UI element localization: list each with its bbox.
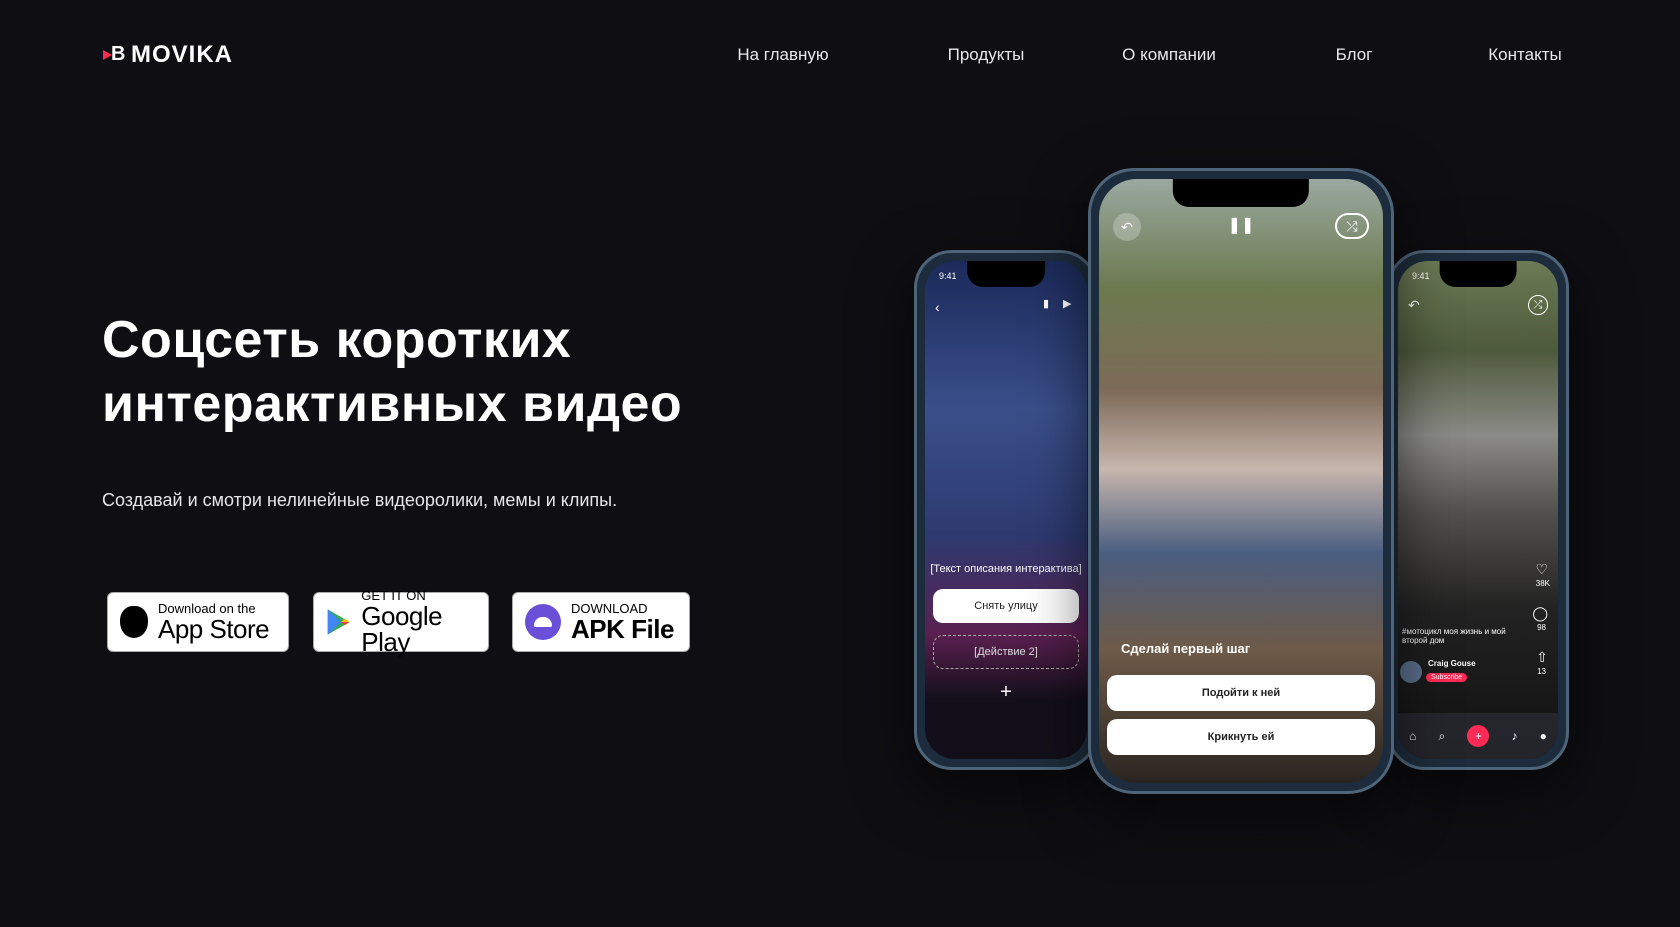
profile-icon[interactable]: ●: [1540, 729, 1547, 743]
status-time: 9:41: [939, 271, 957, 281]
apk-download-button[interactable]: DOWNLOAD APK File: [512, 592, 690, 652]
subscribe-button[interactable]: Subscribe: [1426, 673, 1468, 682]
comments-count: 98: [1537, 623, 1546, 632]
add-icon[interactable]: +: [925, 681, 1087, 704]
logo[interactable]: MOVIKA: [103, 41, 233, 69]
nav-about[interactable]: О компании: [1122, 45, 1216, 65]
phone-center: ↶ ❚❚ ⤮ Сделай первый шаг Подойти к ней К…: [1088, 168, 1394, 794]
play-icon[interactable]: ▶: [1063, 297, 1071, 310]
interactive-caption: [Текст описания интерактива]: [930, 563, 1082, 575]
app-store-large: App Store: [158, 614, 270, 644]
video-hashtag: #мотоцикл моя жизнь и мой второй дом: [1402, 627, 1506, 645]
phone-right: 9:41 ↶ ⤮ ♡ 38K ◯ 98 ⇧ 13 #мотоцикл моя ж…: [1387, 250, 1569, 770]
comment-icon[interactable]: ◯: [1532, 605, 1548, 622]
hero-subtitle: Создавай и смотри нелинейные видеоролики…: [102, 490, 618, 510]
user-name[interactable]: Craig Gouse: [1428, 659, 1476, 668]
shares-count: 13: [1537, 667, 1546, 676]
logo-mark-icon: [103, 43, 126, 66]
back-icon[interactable]: ↶: [1113, 213, 1141, 241]
heart-icon[interactable]: ♡: [1535, 561, 1548, 578]
share-icon[interactable]: ⇧: [1536, 649, 1548, 666]
app-store-button[interactable]: Download on the App Store: [107, 592, 289, 652]
apple-icon: [120, 606, 148, 638]
pause-icon[interactable]: ❚❚: [1228, 215, 1255, 235]
step-caption: Сделай первый шаг: [1121, 641, 1251, 656]
google-play-icon: [327, 609, 350, 635]
nav-products[interactable]: Продукты: [948, 45, 1025, 65]
action2-button[interactable]: [Действие 2]: [933, 635, 1079, 669]
create-icon[interactable]: +: [1467, 725, 1490, 747]
google-play-large: Google Play: [361, 601, 443, 657]
bottom-tab-bar: ⌂ ⌕ + ♪ ●: [1398, 713, 1558, 759]
nav-contacts[interactable]: Контакты: [1488, 45, 1561, 65]
undo-icon[interactable]: ↶: [1408, 297, 1420, 314]
nav-home[interactable]: На главную: [737, 45, 828, 65]
search-icon[interactable]: ⌕: [1438, 729, 1445, 744]
phone-left-screen: 9:41 ‹ ▮ ▶ [Текст описания интерактива] …: [925, 261, 1087, 759]
shuffle-icon[interactable]: ⤮: [1335, 213, 1369, 239]
google-play-button[interactable]: GET IT ON Google Play: [313, 589, 489, 657]
shuffle-icon[interactable]: ⤮: [1528, 295, 1548, 315]
hero-title-line1: Соцсеть коротких: [102, 311, 572, 369]
likes-count: 38K: [1535, 579, 1550, 588]
user-avatar[interactable]: [1400, 661, 1422, 683]
android-icon: [525, 604, 561, 640]
hero-title: Соцсеть коротких интерактивных видео: [102, 308, 682, 436]
back-icon[interactable]: ‹: [935, 299, 940, 315]
shout-button[interactable]: Крикнуть ей: [1107, 719, 1375, 755]
phone-left: 9:41 ‹ ▮ ▶ [Текст описания интерактива] …: [914, 250, 1098, 770]
phone-center-screen: ↶ ❚❚ ⤮ Сделай первый шаг Подойти к ней К…: [1099, 179, 1383, 783]
trash-icon[interactable]: ▮: [1043, 297, 1049, 310]
nav-blog[interactable]: Блог: [1336, 45, 1373, 65]
approach-button[interactable]: Подойти к ней: [1107, 675, 1375, 711]
status-time: 9:41: [1412, 271, 1430, 281]
apk-large: APK File: [571, 614, 674, 644]
bell-icon[interactable]: ♪: [1511, 729, 1517, 743]
hero-title-line2: интерактивных видео: [102, 375, 683, 433]
logo-text: MOVIKA: [131, 41, 233, 68]
action1-button[interactable]: Снять улицу: [933, 589, 1079, 623]
home-icon[interactable]: ⌂: [1409, 729, 1416, 743]
phone-right-screen: 9:41 ↶ ⤮ ♡ 38K ◯ 98 ⇧ 13 #мотоцикл моя ж…: [1398, 261, 1558, 759]
